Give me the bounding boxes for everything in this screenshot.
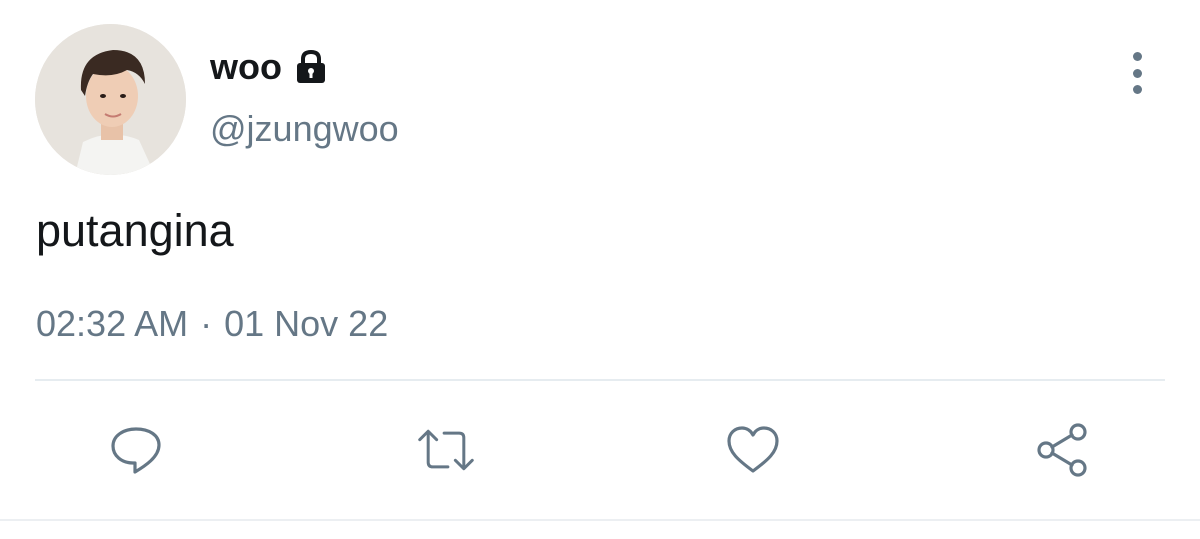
tweet-card: woo @jzungwoo putangina 02:32 AM · 01 No… bbox=[0, 0, 1200, 539]
retweet-icon bbox=[418, 429, 474, 471]
heart-icon bbox=[727, 426, 779, 473]
tweet-text: putangina bbox=[36, 205, 234, 256]
menu-dot bbox=[1132, 52, 1142, 61]
display-name[interactable]: woo bbox=[210, 46, 282, 88]
retweet-button[interactable] bbox=[416, 420, 476, 480]
menu-dot bbox=[1132, 85, 1142, 94]
avatar-photo bbox=[35, 24, 186, 175]
tweet-time: 02:32 AM bbox=[36, 303, 189, 344]
lock-icon bbox=[294, 49, 328, 85]
tweet-date: 01 Nov 22 bbox=[224, 303, 389, 344]
reply-icon bbox=[111, 427, 161, 474]
like-button[interactable] bbox=[723, 420, 783, 480]
bottom-divider bbox=[0, 519, 1200, 521]
display-name-row: woo bbox=[210, 44, 328, 90]
avatar[interactable] bbox=[35, 24, 186, 175]
share-icon bbox=[1037, 423, 1087, 477]
divider bbox=[35, 379, 1165, 381]
timestamp-separator: · bbox=[200, 303, 213, 344]
more-vertical-icon[interactable] bbox=[1122, 52, 1152, 94]
tweet-timestamp: 02:32 AM · 01 Nov 22 bbox=[36, 303, 388, 345]
menu-dot bbox=[1132, 68, 1142, 78]
user-handle[interactable]: @jzungwoo bbox=[210, 108, 399, 150]
reply-button[interactable] bbox=[106, 420, 166, 480]
share-button[interactable] bbox=[1033, 420, 1093, 480]
